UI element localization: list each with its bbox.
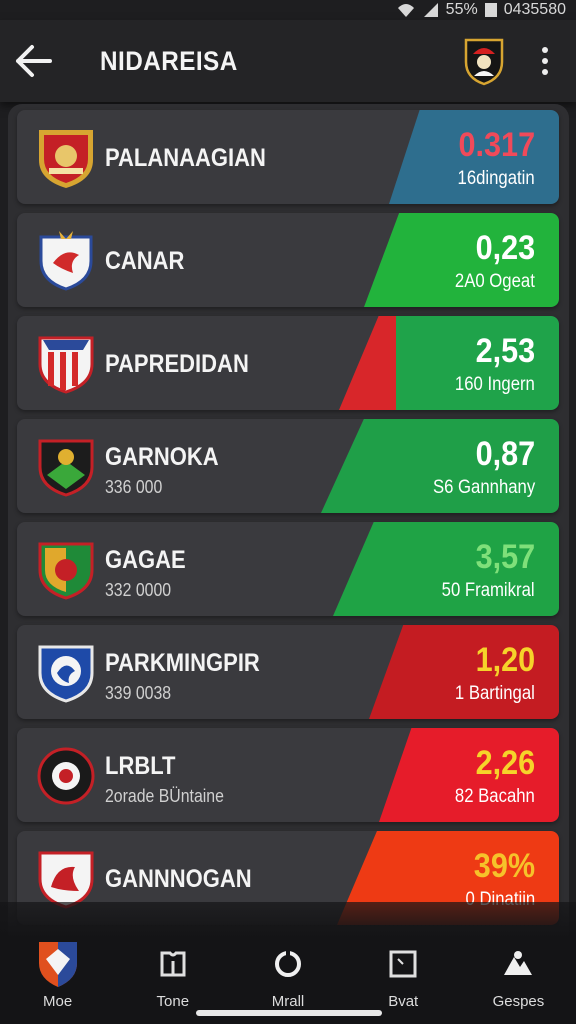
odds-value: 1,20 [475, 641, 535, 679]
team-name: GAGAE [105, 546, 186, 574]
nav-label: Moe [43, 993, 73, 1010]
team-crest-icon [39, 231, 93, 291]
team-subtitle: 339 0038 [105, 683, 172, 703]
signal-icon [423, 3, 438, 17]
odds-label: S6 Gannhany [432, 477, 535, 498]
team-row[interactable]: PAPREDIDAN 2,53 160 Ingern [17, 316, 559, 410]
nav-label: Bvat [388, 993, 419, 1010]
page-title: NIDAREISA [100, 45, 238, 76]
more-options-button[interactable] [530, 36, 560, 86]
back-button[interactable] [0, 26, 68, 96]
team-row[interactable]: CANAR 0,23 2A0 Ogeat [17, 213, 559, 307]
odds-label: 160 Ingern [455, 374, 535, 395]
team-crest-icon [38, 645, 94, 703]
odds-label: 2A0 Ogeat [455, 271, 535, 292]
team-crest-icon [38, 942, 77, 987]
team-list: PALANAAGIAN 0.317 16dingatin CANAR 0,23 … [8, 104, 569, 964]
team-row[interactable]: GARNOKA 336 000 0,87 S6 Gannhany [17, 419, 559, 513]
team-subtitle: 332 0000 [105, 580, 172, 600]
odds-value: 0,23 [475, 229, 535, 267]
team-crest-icon [38, 439, 94, 497]
square-icon [389, 950, 417, 978]
people-icon [504, 951, 533, 975]
team-row[interactable]: LRBLT 2orade BÜntaine 2,26 82 Bacahn [17, 728, 559, 822]
odds-label: 82 Bacahn [455, 786, 535, 807]
team-crest-icon [38, 542, 94, 600]
dot-icon [542, 69, 548, 75]
dot-icon [542, 47, 548, 53]
team-name: CANAR [105, 247, 185, 275]
nav-label: Mrall [271, 993, 305, 1010]
battery-icon [484, 3, 497, 17]
dot-icon [542, 58, 548, 64]
odds-label: 16dingatin [457, 168, 535, 189]
app-bar: NIDAREISA [0, 20, 576, 102]
team-name: LRBLT [105, 752, 176, 780]
arrow-left-icon [16, 45, 52, 77]
odds-value: 2,53 [475, 332, 535, 370]
team-crest-icon [39, 130, 93, 188]
nav-item-gespes[interactable]: Gespes [461, 939, 576, 1024]
team-subtitle: 2orade BÜntaine [105, 786, 224, 806]
ring-icon [275, 949, 301, 977]
jersey-icon [160, 951, 186, 977]
nav-label: Gespes [492, 993, 545, 1010]
team-crest-icon [37, 747, 95, 805]
home-indicator[interactable] [196, 1010, 382, 1016]
odds-value: 39% [473, 847, 535, 885]
odds-value: 0,87 [475, 435, 535, 473]
odds-value: 3,57 [475, 538, 535, 576]
team-row[interactable]: GAGAE 332 0000 3,57 50 Framikral [17, 522, 559, 616]
team-row[interactable]: PALANAAGIAN 0.317 16dingatin [17, 110, 559, 204]
battery-percent: 55% [445, 1, 478, 18]
odds-value: 2,26 [475, 744, 535, 782]
status-time: 0435580 [503, 1, 566, 18]
team-name: PAPREDIDAN [105, 350, 249, 378]
odds-label: 1 Bartingal [455, 683, 535, 704]
status-bar: 55% 0435580 [0, 0, 576, 20]
team-row[interactable]: PARKMINGPIR 339 0038 1,20 1 Bartingal [17, 625, 559, 719]
team-name: PALANAAGIAN [105, 144, 266, 172]
nav-label: Tone [156, 993, 190, 1010]
odds-value: 0.317 [458, 126, 535, 164]
team-crest-icon [38, 336, 94, 394]
league-logo-icon[interactable] [462, 36, 506, 86]
team-name: GARNOKA [105, 443, 219, 471]
team-name: GANNNOGAN [105, 865, 252, 893]
team-subtitle: 336 000 [105, 477, 163, 497]
nav-item-moe[interactable]: Moe [0, 939, 115, 1024]
team-name: PARKMINGPIR [105, 649, 260, 677]
bottom-navigation: Moe Tone Mrall Bvat Gespes [0, 902, 576, 1024]
odds-label: 50 Framikral [442, 580, 535, 601]
wifi-icon [397, 4, 414, 17]
